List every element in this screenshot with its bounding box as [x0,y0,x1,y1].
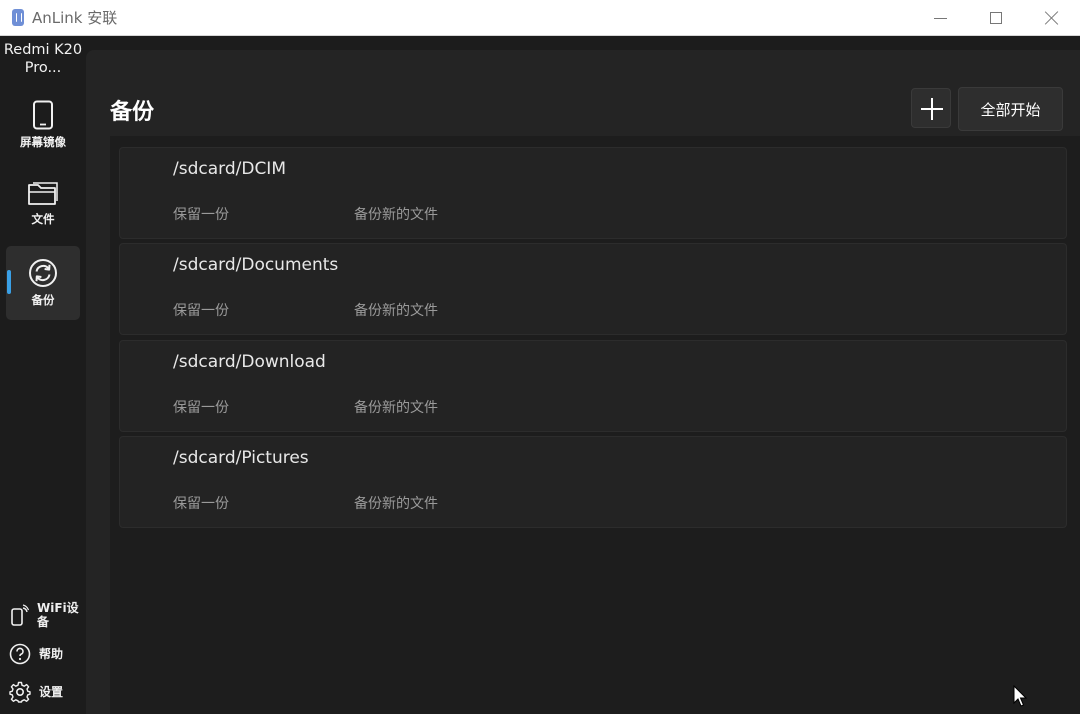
backup-folder-list: /sdcard/DCIM 保留一份 备份新的文件 /sdcard/Documen… [110,136,1080,714]
sync-icon [29,259,57,287]
start-all-button[interactable]: 全部开始 [958,87,1063,131]
close-button[interactable] [1024,0,1080,36]
backup-mode-option[interactable]: 备份新的文件 [354,300,438,320]
help-icon [9,643,31,665]
mouse-cursor-icon [1013,685,1028,707]
sidebar-item-label: WiFi设 备 [37,601,79,629]
anlink-app-icon [12,9,24,26]
window-title: AnLink 安联 [32,9,118,27]
retention-option[interactable]: 保留一份 [173,204,229,224]
wifi-label-line2: 备 [37,615,50,629]
title-bar[interactable]: AnLink 安联 [0,0,1080,36]
list-item[interactable]: /sdcard/DCIM 保留一份 备份新的文件 [119,147,1067,239]
close-icon [1045,11,1059,25]
sidebar-item-label: 帮助 [39,647,64,661]
sidebar: Redmi K20 Pro... 屏幕镜像 文件 备份 WiFi设 备 帮助 设… [0,36,86,714]
backup-mode-option[interactable]: 备份新的文件 [354,493,438,513]
maximize-button[interactable] [968,0,1024,36]
maximize-icon [990,12,1002,24]
folder-path: /sdcard/Download [173,352,326,372]
add-folder-button[interactable] [911,88,951,128]
backup-mode-option[interactable]: 备份新的文件 [354,204,438,224]
list-item[interactable]: /sdcard/Download 保留一份 备份新的文件 [119,340,1067,432]
device-name-line2: Pro... [24,60,62,76]
list-item[interactable]: /sdcard/Documents 保留一份 备份新的文件 [119,243,1067,335]
folder-icon [28,182,58,205]
wifi-device-icon [11,604,29,626]
sidebar-item-files[interactable]: 文件 [6,167,80,241]
folder-path: /sdcard/Documents [173,255,339,275]
device-name[interactable]: Redmi K20 Pro... [0,41,86,77]
window-controls [912,0,1080,36]
sidebar-item-wifi-device[interactable]: WiFi设 备 [9,601,79,629]
backup-mode-option[interactable]: 备份新的文件 [354,397,438,417]
retention-option[interactable]: 保留一份 [173,300,229,320]
gear-icon [9,681,31,703]
sidebar-item-help[interactable]: 帮助 [9,643,63,665]
device-name-line1: Redmi K20 [3,42,83,58]
folder-path: /sdcard/Pictures [173,448,309,468]
main-panel: 备份 全部开始 /sdcard/DCIM 保留一份 备份新的文件 /sdcard… [86,50,1080,714]
sidebar-item-screen-mirror[interactable]: 屏幕镜像 [6,88,80,162]
sidebar-item-settings[interactable]: 设置 [9,681,63,703]
minimize-button[interactable] [912,0,968,36]
minimize-icon [933,17,947,19]
sidebar-item-label: 文件 [31,212,55,226]
sidebar-item-label: 设置 [39,685,64,699]
anlink-window: AnLink 安联 Redmi K20 Pro... 屏幕镜像 文件 备份 Wi… [0,0,1080,714]
retention-option[interactable]: 保留一份 [173,493,229,513]
sidebar-item-label: 备份 [31,293,55,307]
retention-option[interactable]: 保留一份 [173,397,229,417]
phone-icon [33,100,53,130]
wifi-label-line1: WiFi设 [37,601,79,615]
list-item[interactable]: /sdcard/Pictures 保留一份 备份新的文件 [119,436,1067,528]
page-title: 备份 [110,100,155,125]
active-nav-indicator [7,270,11,294]
sidebar-item-backup[interactable]: 备份 [6,246,80,320]
folder-path: /sdcard/DCIM [173,159,286,179]
sidebar-item-label: 屏幕镜像 [20,135,66,149]
